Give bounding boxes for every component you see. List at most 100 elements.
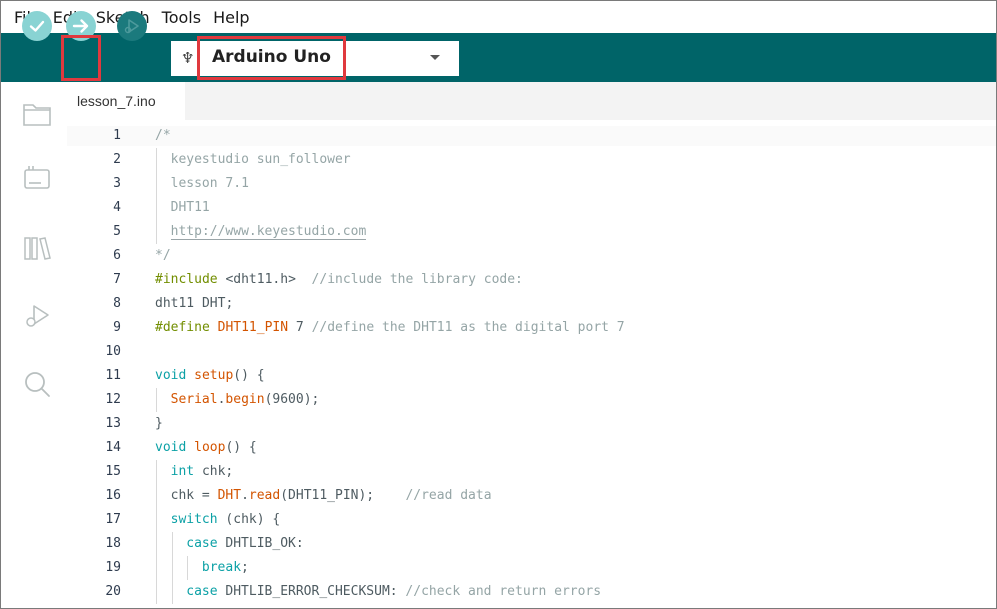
code-line[interactable]: 5 http://www.keyestudio.com: [67, 220, 996, 244]
code-token: http://www.keyestudio.com: [170, 224, 367, 240]
code-token: case: [186, 584, 226, 599]
code-token: lesson 7.1: [170, 176, 249, 191]
code-token: }: [155, 416, 163, 431]
code-token: //include the library code:: [295, 272, 523, 287]
arrow-right-icon: [72, 19, 89, 33]
code-line[interactable]: 7 #include <dht11.h> //include the librar…: [67, 268, 996, 292]
code-token: begin: [225, 392, 265, 407]
code-editor[interactable]: 1 /* 2 keyestudio sun_follower 3 lesson 7.1 4 D…: [67, 120, 996, 608]
debug-icon[interactable]: [21, 300, 53, 332]
code-text: case DHTLIB_ERROR_CHECKSUM: //check and …: [186, 580, 601, 604]
code-token: () {: [225, 440, 257, 455]
code-token: () {: [233, 368, 265, 383]
line-number: 7: [113, 272, 121, 287]
code-token: //read data: [374, 488, 492, 503]
code-line[interactable]: 1 /*: [67, 124, 996, 148]
code-token: */: [155, 248, 171, 263]
code-token: DHT11: [170, 200, 210, 215]
line-number: 20: [105, 584, 121, 599]
code-token: //check and return errors: [397, 584, 602, 599]
debug-button[interactable]: [117, 11, 147, 41]
code-text: }: [155, 412, 163, 436]
board-manager-icon[interactable]: [21, 162, 53, 194]
indent-guide: [156, 532, 157, 556]
code-text: */: [155, 244, 171, 268]
code-line[interactable]: 17 switch (chk) {: [67, 508, 996, 532]
code-line[interactable]: 12 Serial.begin(9600);: [67, 388, 996, 412]
code-text: void loop() {: [155, 436, 257, 460]
code-token: DHT11_PIN: [217, 320, 289, 335]
code-text: chk = DHT.read(DHT11_PIN); //read data: [171, 484, 492, 508]
code-token: DHT: [217, 488, 242, 503]
line-number: 5: [113, 224, 121, 239]
check-icon: [29, 20, 45, 32]
code-text: dht11 DHT;: [155, 292, 233, 316]
code-token: chk;: [201, 464, 234, 479]
tab-label: lesson_7.ino: [77, 93, 156, 109]
code-token: DHTLIB_OK:: [225, 536, 304, 551]
upload-highlight-box: [61, 35, 101, 81]
code-text: http://www.keyestudio.com: [170, 220, 367, 244]
code-line[interactable]: 2 keyestudio sun_follower: [67, 148, 996, 172]
indent-guide: [171, 580, 173, 604]
usb-icon: ♆: [181, 49, 195, 67]
code-line[interactable]: 8 dht11 DHT;: [67, 292, 996, 316]
indent-guide: [156, 148, 157, 172]
code-line[interactable]: 13}: [67, 412, 996, 436]
line-number: 8: [113, 296, 121, 311]
code-token: switch: [170, 512, 226, 527]
board-highlight-box: [197, 36, 346, 80]
line-number: 6: [113, 248, 121, 263]
indent-guide: [156, 484, 157, 508]
code-token: #include: [155, 272, 226, 287]
code-token: <dht11.h>: [225, 272, 296, 287]
code-text: void setup() {: [155, 364, 265, 388]
line-number: 10: [105, 344, 121, 359]
code-text: #define DHT11_PIN 7 //define the DHT11 a…: [155, 316, 625, 340]
line-number: 13: [105, 416, 121, 431]
line-number: 18: [105, 536, 121, 551]
tab-lesson-7[interactable]: lesson_7.ino: [67, 82, 185, 120]
menu-help[interactable]: Help: [213, 8, 249, 27]
code-text: lesson 7.1: [171, 172, 249, 196]
debug-icon: [124, 19, 139, 34]
code-token: 7: [288, 320, 312, 335]
code-token: void: [155, 368, 195, 383]
tab-bar: lesson_7.ino: [67, 82, 996, 120]
code-token: DHTLIB_ERROR_CHECKSUM:: [225, 584, 398, 599]
code-token: loop: [194, 440, 226, 455]
code-line[interactable]: 6 */: [67, 244, 996, 268]
code-line[interactable]: 20 case DHTLIB_ERROR_CHECKSUM: //check an…: [67, 580, 996, 604]
chevron-down-icon[interactable]: [430, 55, 440, 60]
indent-guide: [187, 556, 189, 580]
code-line[interactable]: 19 break;: [67, 556, 996, 580]
indent-guide: [156, 388, 157, 412]
code-line[interactable]: 3 lesson 7.1: [67, 172, 996, 196]
menu-bar: File Edit Sketch Tools Help: [1, 1, 996, 33]
code-line[interactable]: 9 #define DHT11_PIN 7 //define the DHT11 …: [67, 316, 996, 340]
code-token: keyestudio sun_follower: [170, 152, 351, 167]
folder-icon[interactable]: [21, 98, 53, 130]
code-line[interactable]: 14 void loop() {: [67, 436, 996, 460]
code-line[interactable]: 10: [67, 340, 996, 364]
code-token: /*: [155, 128, 171, 143]
code-token: dht11 DHT;: [155, 296, 234, 311]
code-line[interactable]: 18 case DHTLIB_OK:: [67, 532, 996, 556]
code-line[interactable]: 11 void setup() {: [67, 364, 996, 388]
code-text: DHT11: [171, 196, 210, 220]
code-token: .: [241, 488, 249, 503]
line-number: 12: [105, 392, 121, 407]
code-line[interactable]: 16 chk = DHT.read(DHT11_PIN); //read data: [67, 484, 996, 508]
search-icon[interactable]: [21, 368, 53, 400]
library-icon[interactable]: [21, 232, 53, 264]
menu-tools[interactable]: Tools: [162, 8, 201, 27]
verify-button[interactable]: [22, 11, 52, 41]
code-token: setup: [194, 368, 234, 383]
code-text: int chk;: [171, 460, 234, 484]
indent-guide: [156, 556, 157, 580]
code-token: chk =: [170, 488, 218, 503]
code-line[interactable]: 4 DHT11: [67, 196, 996, 220]
line-number: 15: [105, 464, 121, 479]
code-line[interactable]: 15 int chk;: [67, 460, 996, 484]
line-number: 2: [113, 152, 121, 167]
